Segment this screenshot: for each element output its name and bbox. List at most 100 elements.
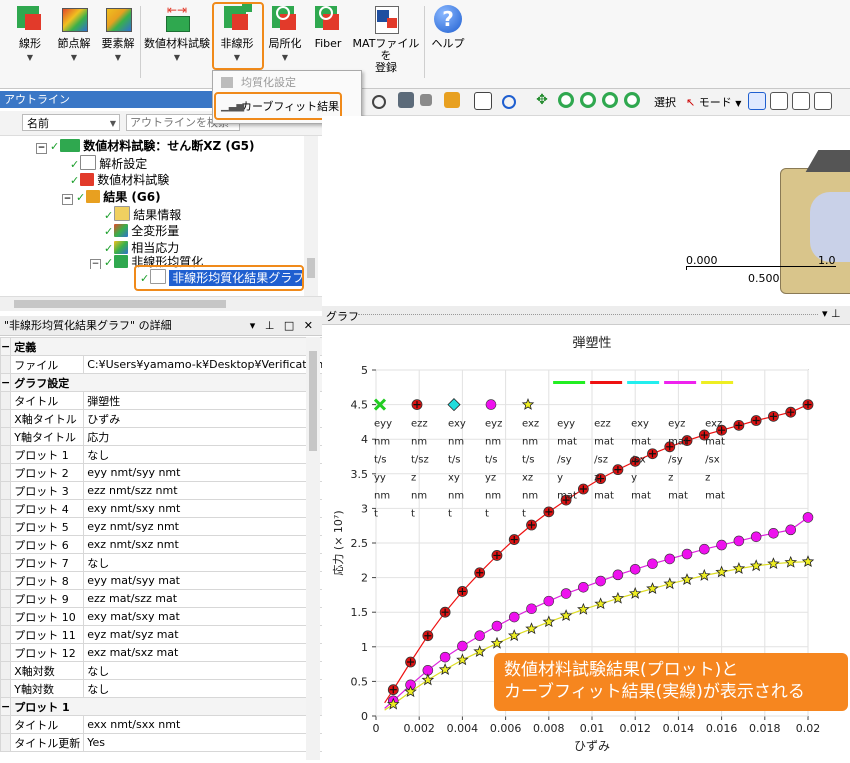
row-value[interactable]: Yes (83, 733, 322, 752)
row-value[interactable]: exz mat/sxz mat (83, 643, 322, 662)
details-row[interactable]: プロット 4 exy nmt/sxy nmt (0, 499, 322, 518)
face-select-icon[interactable] (792, 92, 810, 110)
row-value[interactable]: なし (83, 661, 322, 680)
select-label[interactable]: 選択 (654, 94, 676, 110)
mode-button[interactable]: ↖ モード ▼ (686, 94, 741, 110)
edge-select-icon[interactable] (814, 92, 832, 110)
zoom-in-icon[interactable] (558, 92, 574, 108)
row-value[interactable]: exz nmt/sxz nmt (83, 535, 322, 554)
data-point-series-1-shape (750, 531, 762, 543)
row-value[interactable]: eyz mat/syz mat (83, 625, 322, 644)
3d-viewport[interactable]: 0.000 0.500 1.0 (322, 116, 850, 300)
name-column-select[interactable]: 名前 ▼ (22, 114, 120, 131)
details-grid: − 定義 ファイル C:¥Users¥yamamo-k¥Desktop¥Verifi… (0, 337, 322, 760)
row-value[interactable]: なし (83, 553, 322, 572)
element-solution-button[interactable]: 要素解 ▼ (96, 4, 140, 84)
select-mode-icon[interactable] (748, 92, 766, 110)
pan-icon[interactable]: ✥ (534, 92, 550, 108)
details-row[interactable]: プロット 7 なし (0, 553, 322, 572)
details-row[interactable]: タイトル 弾塑性 (0, 391, 322, 410)
row-value[interactable]: exy mat/sxy mat (83, 607, 322, 626)
row-value[interactable]: ひずみ (83, 409, 322, 428)
row-value[interactable]: C:¥Users¥yamamo-k¥Desktop¥Verification..… (83, 355, 322, 374)
details-vertical-scrollbar[interactable] (306, 337, 320, 760)
linear-button[interactable]: 線形 ▼ (10, 4, 50, 84)
details-row[interactable]: タイトル更新 Yes (0, 733, 322, 752)
zoom-icon[interactable] (372, 95, 386, 109)
render-icon[interactable] (444, 92, 460, 108)
chevron-down-icon: ▼ (281, 53, 289, 62)
row-value[interactable]: 弾塑性 (83, 391, 322, 410)
x-tick-label: 0.012 (619, 722, 651, 735)
scrollbar-thumb[interactable] (309, 351, 317, 451)
row-value[interactable]: eyy mat/syy mat (83, 571, 322, 590)
details-row[interactable]: Y軸タイトル 応力 (0, 427, 322, 446)
data-point-series-1-shape (595, 575, 606, 587)
row-value[interactable]: 応力 (83, 427, 322, 446)
material-test-button[interactable]: ⇤⇥ 数値材料試験 ▼ (144, 4, 210, 84)
zoom-all-icon[interactable] (624, 92, 640, 108)
annotation-line-1: 数値材料試験結果(プロット)と (504, 660, 739, 680)
row-value[interactable]: ezz mat/szz mat (83, 589, 322, 608)
collapse-icon[interactable]: − (62, 194, 73, 205)
zoom-box-icon[interactable] (580, 92, 596, 108)
scrollbar-thumb[interactable] (14, 300, 226, 308)
menu-item-homogenization-settings[interactable]: 均質化設定 (213, 73, 359, 93)
scrollbar-thumb[interactable] (307, 258, 315, 278)
details-row[interactable]: X軸タイトル ひずみ (0, 409, 322, 428)
check-icon: ✓ (104, 209, 114, 222)
tree-node-total-deformation[interactable]: ✓ 全変形量 (104, 223, 179, 240)
shaded-view-icon[interactable] (398, 92, 414, 108)
collapse-icon[interactable]: − (36, 143, 47, 154)
rotate-icon[interactable] (502, 95, 516, 109)
localization-icon (270, 4, 300, 34)
details-row[interactable]: プロット 12 exz mat/sxz mat (0, 643, 322, 662)
details-row[interactable]: Y軸対数 なし (0, 679, 322, 698)
row-value[interactable]: eyz nmt/syz nmt (83, 517, 322, 536)
details-section-plot1[interactable]: プロット 1 (10, 697, 322, 716)
row-value[interactable]: ezz nmt/szz nmt (83, 481, 322, 500)
grid-icon[interactable] (474, 92, 492, 110)
tree-node-results-label: 結果 (G6) (103, 190, 161, 204)
row-value[interactable]: exx nmt/sxx nmt (83, 715, 322, 734)
details-row[interactable]: プロット 2 eyy nmt/syy nmt (0, 463, 322, 482)
details-row[interactable]: プロット 5 eyz nmt/syz nmt (0, 517, 322, 536)
details-row[interactable]: プロット 1 なし (0, 445, 322, 464)
legend-label: nm (448, 491, 464, 502)
wireframe-icon[interactable] (420, 94, 432, 106)
outline-vertical-scrollbar[interactable] (304, 136, 318, 296)
details-row[interactable]: プロット 8 eyy mat/syy mat (0, 571, 322, 590)
panel-controls-icon[interactable]: ▾ ⊥ (822, 307, 841, 320)
details-row[interactable]: プロット 11 eyz mat/syz mat (0, 625, 322, 644)
data-point-series-0 (387, 684, 399, 696)
box-select-icon[interactable] (770, 92, 788, 110)
outline-horizontal-scrollbar[interactable] (0, 296, 322, 311)
details-section-def[interactable]: 定義 (10, 337, 322, 356)
tree-node-material-test[interactable]: ✓ 数値材料試験 (70, 172, 169, 189)
zoom-fit-icon[interactable] (602, 92, 618, 108)
tree-node-results[interactable]: − ✓ 結果 (G6) (62, 189, 161, 206)
data-point-series-1 (612, 569, 624, 581)
help-button[interactable]: ? ヘルプ (428, 4, 468, 84)
data-point-series-0 (456, 586, 468, 597)
details-row[interactable]: プロット 10 exy mat/sxy mat (0, 607, 322, 626)
row-value[interactable]: exy nmt/sxy nmt (83, 499, 322, 518)
tree-node-result-info[interactable]: ✓ 結果情報 (104, 206, 181, 223)
details-row[interactable]: プロット 6 exz nmt/sxz nmt (0, 535, 322, 554)
panel-controls-icon[interactable]: ▾ ⊥ □ ✕ (250, 316, 316, 336)
details-row[interactable]: X軸対数 なし (0, 661, 322, 680)
row-value[interactable]: なし (83, 445, 322, 464)
details-row[interactable]: ファイル C:¥Users¥yamamo-k¥Desktop¥Verificati… (0, 355, 322, 374)
tree-node-root[interactable]: − ✓ 数値材料試験：せん断XZ (G5) (36, 138, 255, 155)
details-row[interactable]: プロット 9 ezz mat/szz mat (0, 589, 322, 608)
nodal-solution-button[interactable]: 節点解 ▼ (52, 4, 96, 84)
row-value[interactable]: eyy nmt/syy nmt (83, 463, 322, 482)
details-row[interactable]: タイトル exx nmt/sxx nmt (0, 715, 322, 734)
tree-node-analysis[interactable]: ✓ 解析設定 (70, 155, 147, 172)
row-value[interactable]: なし (83, 679, 322, 698)
check-icon: ✓ (70, 158, 80, 171)
details-section-graph[interactable]: グラフ設定 (10, 373, 322, 392)
data-point-series-0 (543, 506, 555, 518)
details-row[interactable]: プロット 3 ezz nmt/szz nmt (0, 481, 322, 500)
collapse-icon[interactable]: − (90, 259, 101, 269)
